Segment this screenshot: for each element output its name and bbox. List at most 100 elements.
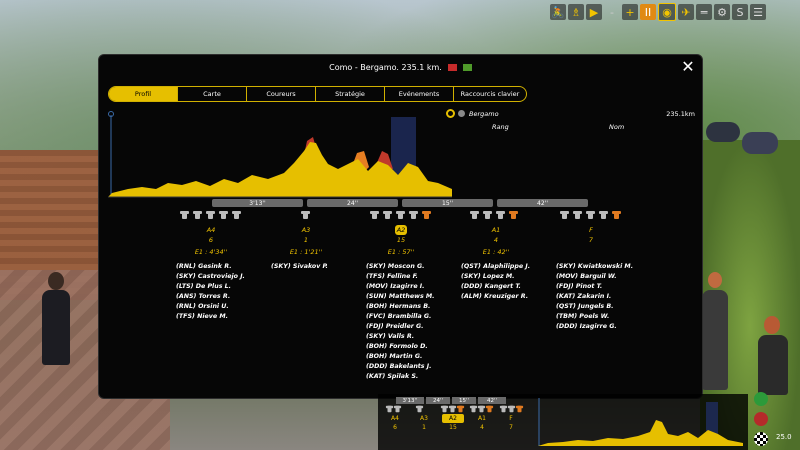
jersey-icon	[586, 211, 595, 219]
group-time-gap: E1 : 57''	[387, 248, 415, 256]
tab-raccourcis[interactable]: Raccourcis clavier	[454, 87, 526, 101]
settings-icon[interactable]: ⚙	[714, 4, 730, 20]
jersey-icon	[180, 211, 189, 219]
rider-name[interactable]: (BOH) Hermans B.	[366, 302, 435, 312]
motorbike	[706, 122, 740, 142]
eye-icon[interactable]: ◉	[658, 3, 676, 21]
rider-name[interactable]: (SUN) Matthews M.	[366, 292, 435, 302]
jersey-icon	[232, 211, 241, 219]
group-a1[interactable]: A1 4	[451, 225, 541, 245]
jersey-icon	[370, 211, 379, 219]
race-title: Como - Bergamo. 235.1 km.	[329, 62, 442, 72]
rider-name[interactable]: (SKY) Moscon G.	[366, 262, 435, 272]
mini-group-code: A4	[391, 415, 399, 422]
rider-name[interactable]: (MOV) Izagirre I.	[366, 282, 435, 292]
rider-name[interactable]: (KAT) Zakarin I.	[556, 292, 633, 302]
race-minimap[interactable]: 3'13'' 24'' 15'' 42'' A4 6 A3 1 A2 15 A1 4 F…	[378, 394, 748, 450]
rider-name[interactable]: (TBM) Poels W.	[556, 312, 633, 322]
tab-strategie[interactable]: Stratégie	[316, 87, 385, 101]
rider-name[interactable]: (LTS) De Plus L.	[176, 282, 245, 292]
jersey-orange-icon	[515, 405, 524, 413]
tab-bar: Profil Carte Coureurs Stratégie Evénemen…	[108, 86, 527, 102]
finish-distance: 235.1km	[666, 109, 695, 118]
group-a3[interactable]: A3 1	[261, 225, 351, 245]
rider-name[interactable]: (ALM) Kreuziger R.	[461, 292, 530, 302]
jersey-icon	[396, 211, 405, 219]
trophy-icon[interactable]: ♗	[568, 4, 584, 20]
rider-name[interactable]: (ANS) Torres R.	[176, 292, 245, 302]
finish-city: Bergamo	[469, 109, 499, 118]
rider-name[interactable]: (MOV) Barguil W.	[556, 272, 633, 282]
rider-name[interactable]: (DDD) Bakelants J.	[366, 362, 435, 372]
group-count: 4	[493, 236, 499, 244]
mini-group-count: 6	[393, 424, 397, 431]
separator: -	[610, 5, 614, 19]
group-time-gap: E1 : 42''	[482, 248, 510, 256]
rider-name[interactable]: (SKY) Lopez M.	[461, 272, 530, 282]
rider-name[interactable]: (TFS) Felline F.	[366, 272, 435, 282]
jersey-icon	[440, 405, 449, 413]
group-code: A3	[301, 226, 311, 234]
tab-evenements[interactable]: Evénements	[385, 87, 454, 101]
rider-name[interactable]: (FDJ) Pinot T.	[556, 282, 633, 292]
rider-name[interactable]: (SKY) Sivakov P.	[271, 262, 328, 272]
group-a4[interactable]: A4 6	[166, 225, 256, 245]
rider-name[interactable]: (BOH) Formolo D.	[366, 342, 435, 352]
money-icon[interactable]: S	[732, 4, 748, 20]
mini-group-a2: A2 15	[442, 414, 464, 432]
car-icon[interactable]: ✈	[678, 4, 694, 20]
jersey-icon	[219, 211, 228, 219]
jersey-icon	[415, 405, 424, 413]
jersey-icon	[385, 405, 394, 413]
tab-carte[interactable]: Carte	[178, 87, 247, 101]
red-flag-icon	[447, 63, 457, 71]
tab-profil[interactable]: Profil	[109, 87, 178, 101]
mini-gap-bar: 15''	[452, 397, 476, 404]
mini-group-count: 1	[422, 424, 426, 431]
rider-name[interactable]: (SKY) Kwiatkowski M.	[556, 262, 633, 272]
rider-name[interactable]: (RNL) Orsini U.	[176, 302, 245, 312]
rider-name[interactable]: (FVC) Brambilla G.	[366, 312, 435, 322]
jersey-orange-icon	[485, 405, 494, 413]
rider-name[interactable]: (FDJ) Preidler G.	[366, 322, 435, 332]
rider-name[interactable]: (BOH) Martin G.	[366, 352, 435, 362]
rider-name[interactable]: (QST) Alaphilippe J.	[461, 262, 530, 272]
group-count: 15	[396, 236, 406, 244]
plus-icon[interactable]: +	[622, 4, 638, 20]
mini-group-code: A3	[420, 415, 428, 422]
finish-flag-icon[interactable]	[754, 432, 768, 446]
mini-group-a1: A1 4	[471, 414, 493, 432]
group-a2[interactable]: A2 15	[356, 225, 446, 245]
play-icon[interactable]: ▶	[586, 4, 602, 20]
cyclist-icon[interactable]: 🚴	[550, 4, 566, 20]
rider-name[interactable]: (KAT) Spilak S.	[366, 372, 435, 382]
spectator-head	[708, 272, 722, 288]
rider-name[interactable]: (DDD) Kangert T.	[461, 282, 530, 292]
rider-name[interactable]: (QST) Jungels B.	[556, 302, 633, 312]
close-icon[interactable]: ✕	[680, 59, 696, 75]
rider-list-a1: (QST) Alaphilippe J. (SKY) Lopez M. (DDD…	[461, 262, 530, 302]
spectator	[758, 335, 788, 395]
rider-name[interactable]: (TFS) Nieve M.	[176, 312, 245, 322]
rider-name[interactable]: (RNL) Gesink R.	[176, 262, 245, 272]
mini-group-code: F	[509, 415, 513, 422]
group-f[interactable]: F 7	[546, 225, 636, 245]
group-time-gap: E1 : 4'34''	[194, 248, 228, 256]
speed-readout: 25.0	[776, 433, 792, 441]
jersey-icon	[469, 405, 478, 413]
heart-status-icon[interactable]	[754, 412, 768, 426]
gun-icon[interactable]: ═	[696, 4, 712, 20]
spectator	[702, 290, 728, 390]
rider-name[interactable]: (SKY) Valls R.	[366, 332, 435, 342]
group-code: A1	[491, 226, 501, 234]
rider-name[interactable]: (SKY) Castroviejo J.	[176, 272, 245, 282]
pause-button[interactable]: II	[640, 4, 656, 20]
rider-name[interactable]: (DDD) Izagirre G.	[556, 322, 633, 332]
gap-bar: 3'13''	[212, 199, 303, 207]
menu-icon[interactable]: ☰	[750, 4, 766, 20]
jersey-icon	[206, 211, 215, 219]
finish-info: Bergamo 235.1km	[446, 108, 700, 119]
group-code: F	[589, 226, 593, 234]
tab-coureurs[interactable]: Coureurs	[247, 87, 316, 101]
money-status-icon[interactable]	[754, 392, 768, 406]
